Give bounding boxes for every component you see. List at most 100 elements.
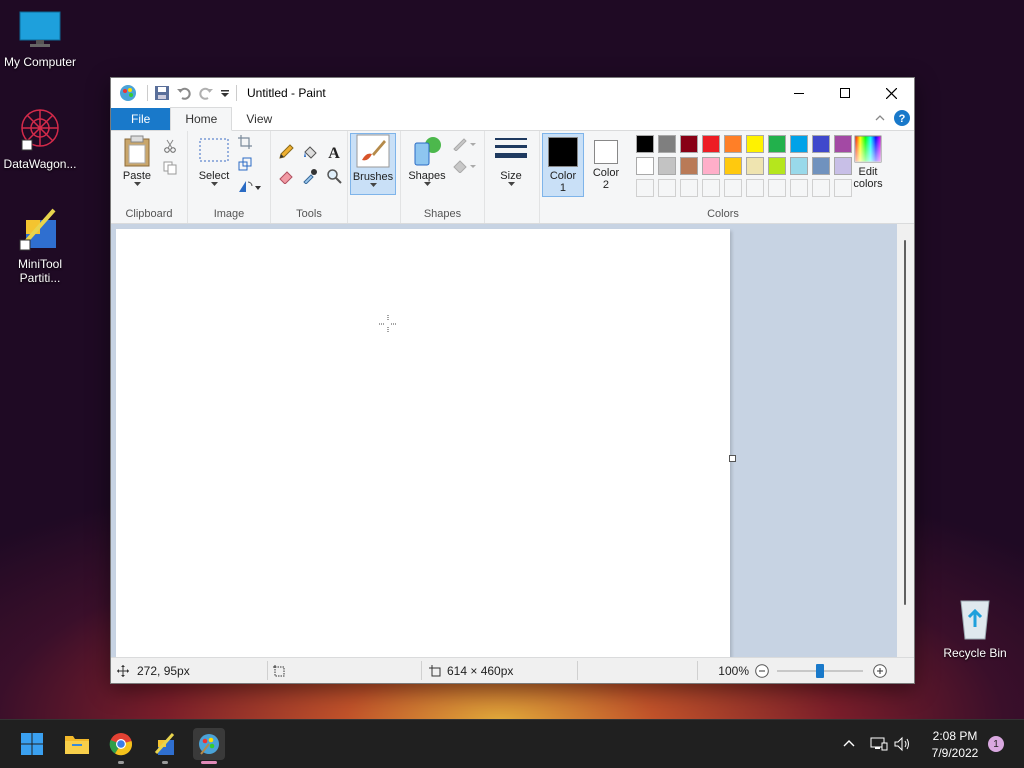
palette-swatch[interactable]	[768, 157, 786, 175]
minitool-partition-icon	[19, 208, 56, 251]
network-icon[interactable]	[870, 736, 888, 752]
color2-button[interactable]: Color 2	[586, 133, 626, 195]
resize-button[interactable]	[236, 155, 254, 173]
maximize-button[interactable]	[822, 78, 868, 108]
help-icon[interactable]: ?	[894, 110, 910, 126]
eraser-button[interactable]	[277, 167, 295, 185]
collapse-ribbon-icon[interactable]	[874, 112, 886, 124]
palette-swatch[interactable]	[746, 135, 764, 153]
palette-swatch[interactable]	[658, 135, 676, 153]
color2-label: Color 2	[592, 167, 620, 191]
cut-button[interactable]	[161, 137, 179, 155]
color-picker-button[interactable]	[301, 167, 319, 185]
zoom-out-icon[interactable]	[755, 663, 769, 678]
drawing-canvas[interactable]	[116, 229, 730, 657]
pencil-button[interactable]	[277, 143, 295, 161]
magnifier-button[interactable]	[325, 167, 343, 185]
tab-view[interactable]: View	[232, 108, 286, 130]
save-icon[interactable]	[154, 85, 170, 101]
desktop-icon-recycle-bin[interactable]: Recycle Bin	[935, 597, 1015, 660]
palette-swatch[interactable]	[746, 157, 764, 175]
palette-swatch[interactable]	[636, 135, 654, 153]
minimize-button[interactable]	[776, 78, 822, 108]
custom-color-slot[interactable]	[680, 179, 698, 197]
custom-color-slot[interactable]	[768, 179, 786, 197]
palette-swatch[interactable]	[702, 135, 720, 153]
chevron-up-icon[interactable]	[842, 737, 856, 751]
close-button[interactable]	[868, 78, 914, 108]
scrollbar-thumb[interactable]	[904, 240, 906, 605]
custom-color-slot[interactable]	[636, 179, 654, 197]
paste-button[interactable]: Paste	[119, 135, 155, 187]
rotate-button[interactable]	[236, 177, 262, 195]
palette-swatch[interactable]	[658, 157, 676, 175]
custom-color-slot[interactable]	[746, 179, 764, 197]
svg-text:A: A	[328, 145, 340, 160]
taskbar-chrome[interactable]	[105, 728, 137, 764]
title-bar[interactable]: Untitled - Paint	[111, 78, 914, 108]
desktop-icon-my-computer[interactable]: My Computer	[0, 10, 80, 69]
taskbar-minitool[interactable]	[149, 728, 181, 764]
palette-swatch[interactable]	[724, 157, 742, 175]
palette-swatch[interactable]	[724, 135, 742, 153]
zoom-slider-thumb[interactable]	[816, 663, 824, 678]
redo-icon[interactable]	[198, 85, 214, 101]
color1-button[interactable]: Color 1	[542, 133, 584, 197]
vertical-scrollbar[interactable]	[897, 224, 914, 657]
outline-button[interactable]	[451, 135, 477, 153]
custom-color-slot[interactable]	[658, 179, 676, 197]
edit-colors-button[interactable]: Edit colors	[846, 135, 890, 190]
custom-color-slot[interactable]	[702, 179, 720, 197]
copy-button[interactable]	[161, 159, 179, 177]
palette-swatch[interactable]	[680, 157, 698, 175]
text-button[interactable]: A	[325, 143, 343, 161]
rotate-icon	[239, 181, 261, 192]
undo-icon[interactable]	[176, 85, 192, 101]
paint-app-icon[interactable]	[117, 82, 139, 104]
canvas-area[interactable]	[111, 224, 914, 657]
notification-count: 1	[993, 738, 999, 750]
palette-swatch[interactable]	[812, 135, 830, 153]
palette-swatch[interactable]	[768, 135, 786, 153]
customize-dropdown-icon[interactable]	[220, 85, 230, 101]
custom-color-slot[interactable]	[724, 179, 742, 197]
custom-color-slot[interactable]	[790, 179, 808, 197]
custom-color-slot[interactable]	[812, 179, 830, 197]
start-button[interactable]	[16, 728, 48, 760]
crop-button[interactable]	[236, 133, 254, 151]
resize-icon	[238, 157, 252, 171]
volume-icon[interactable]	[894, 736, 912, 752]
paint-window[interactable]: Untitled - Paint File Home View ? Paste	[110, 77, 915, 684]
tab-file[interactable]: File	[111, 108, 171, 130]
paste-icon	[124, 135, 150, 167]
desktop-icon-label: MiniTool Partiti...	[17, 257, 62, 285]
desktop-icon-label: Recycle Bin	[943, 646, 1007, 660]
tab-home[interactable]: Home	[170, 107, 233, 131]
desktop-icon-minitool[interactable]: MiniTool Partiti...	[0, 204, 80, 285]
palette-swatch[interactable]	[790, 157, 808, 175]
zoom-in-icon[interactable]	[873, 663, 887, 678]
palette-swatch[interactable]	[790, 135, 808, 153]
shapes-button[interactable]: Shapes	[405, 135, 449, 187]
select-button[interactable]: Select	[196, 135, 232, 187]
desktop-icon-datawagon[interactable]: DataWagon...	[0, 106, 80, 171]
clipboard-group: Paste Clipboard	[111, 131, 188, 223]
minitool-partition-icon	[154, 732, 175, 755]
clock[interactable]: 2:08 PM 7/9/2022	[922, 720, 988, 768]
palette-swatch[interactable]	[680, 135, 698, 153]
magnifier-icon	[327, 169, 342, 184]
zoom-slider[interactable]	[777, 663, 863, 678]
brushes-label: Brushes	[352, 171, 394, 183]
shape-fill-button[interactable]	[451, 157, 477, 175]
divider	[697, 661, 698, 680]
palette-swatch[interactable]	[812, 157, 830, 175]
fill-button[interactable]	[301, 143, 319, 161]
taskbar-paint[interactable]	[193, 728, 225, 764]
brushes-button[interactable]: Brushes	[350, 133, 396, 195]
palette-swatch[interactable]	[702, 157, 720, 175]
size-button[interactable]: Size	[493, 135, 529, 187]
palette-swatch[interactable]	[636, 157, 654, 175]
canvas-resize-handle[interactable]	[729, 455, 736, 462]
taskbar-file-explorer[interactable]	[61, 728, 93, 760]
notification-badge[interactable]: 1	[988, 736, 1004, 752]
